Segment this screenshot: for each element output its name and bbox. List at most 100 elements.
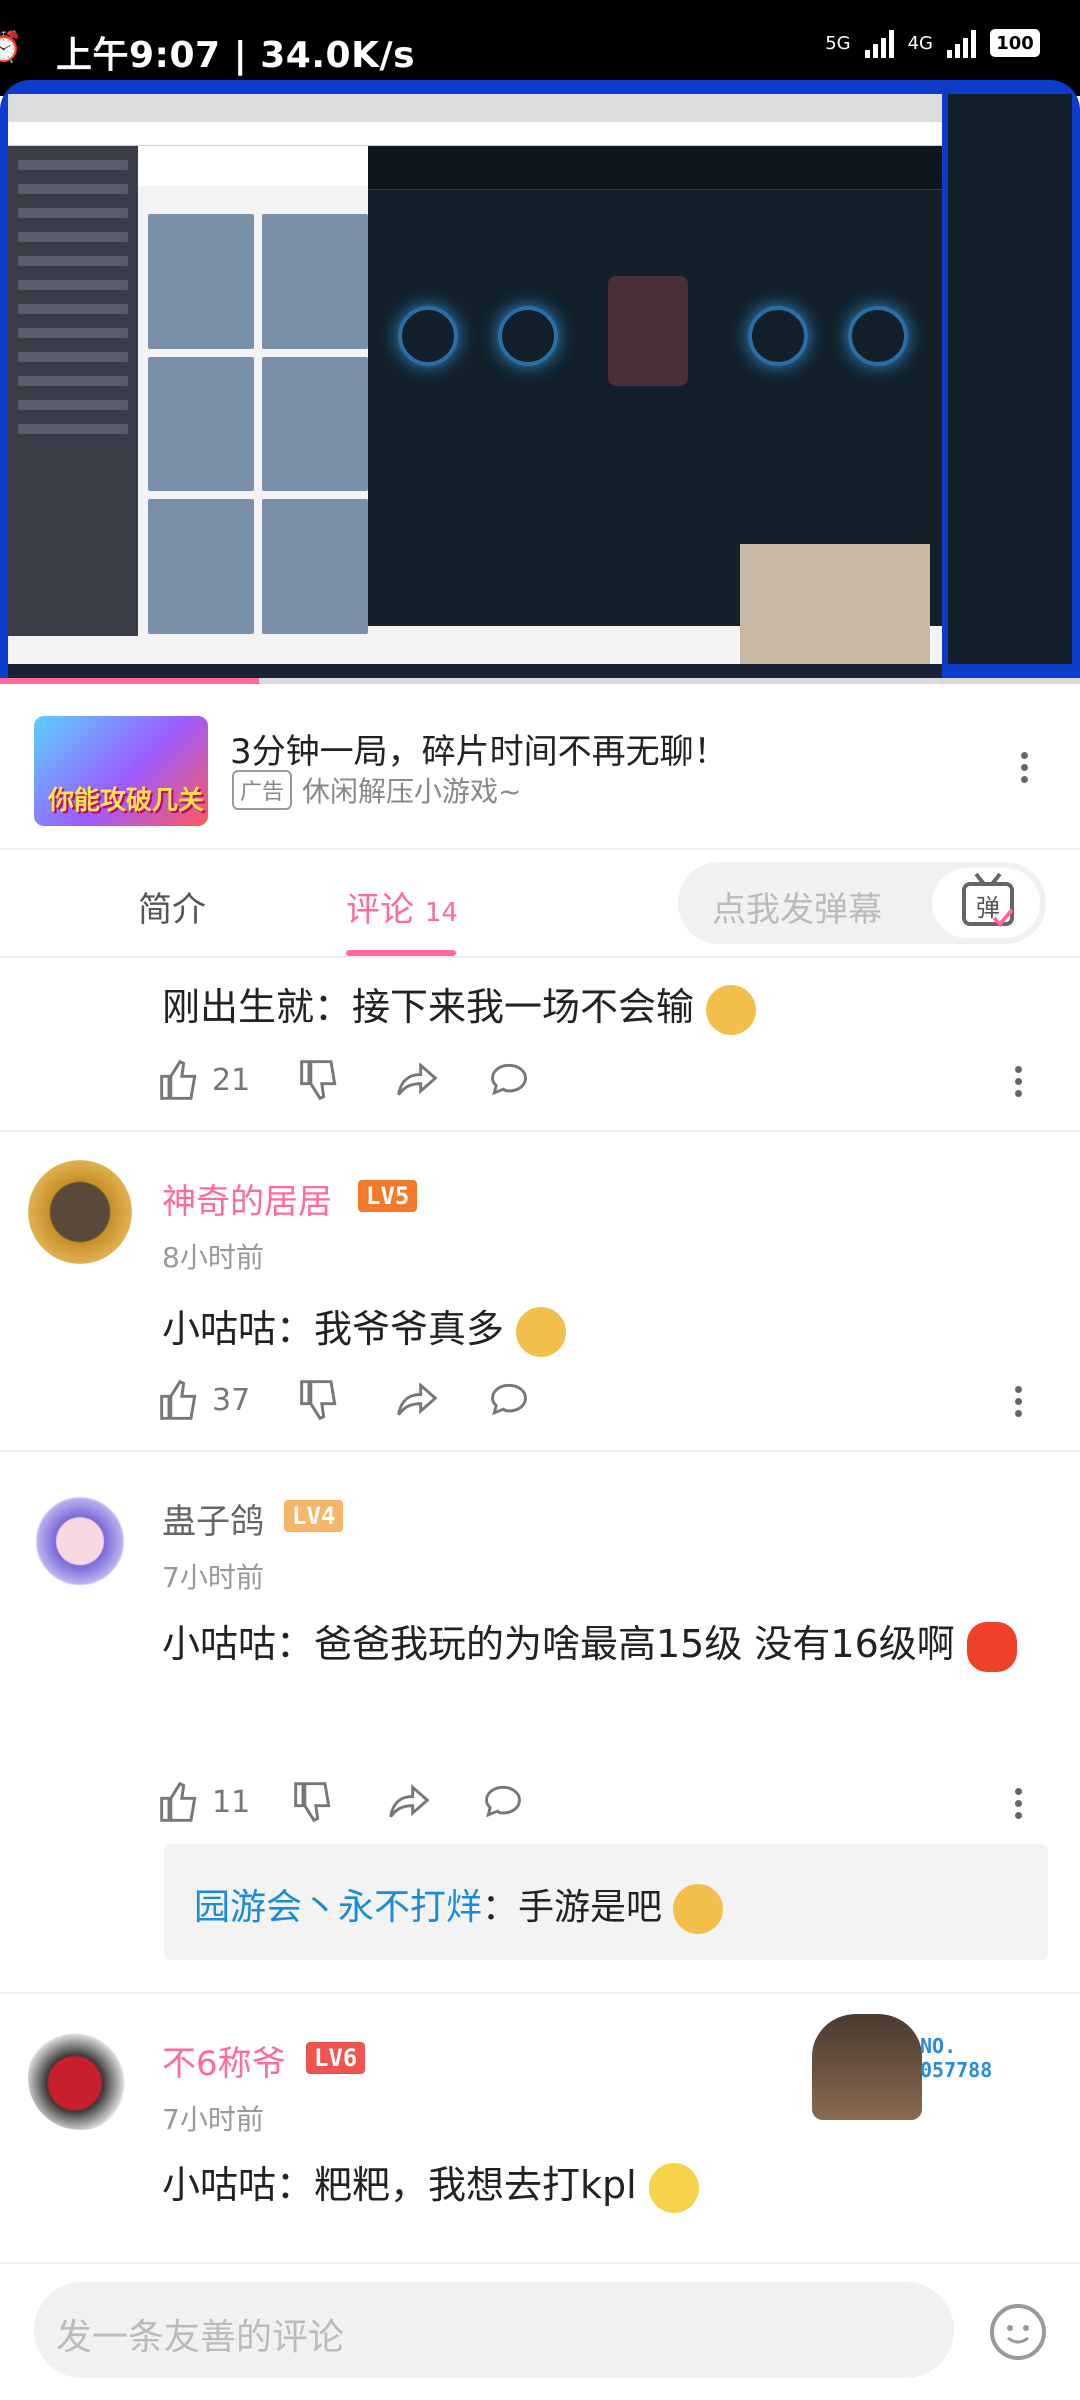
ad-banner[interactable]: 你能攻破几关 3分钟一局，碎片时间不再无聊！ 广告 休闲解压小游戏~	[0, 690, 1080, 850]
emoji-picker-icon[interactable]	[990, 2304, 1046, 2360]
thumb-up-icon	[160, 1059, 197, 1100]
like-button[interactable]: 11	[158, 1780, 250, 1824]
ad-thumb-text: 你能攻破几关	[48, 786, 205, 816]
comment-more-icon[interactable]	[1014, 1066, 1022, 1097]
comment-text: 小咕咕：粑粑，我想去打kpl	[162, 2163, 637, 2207]
video-frame-urlbar	[8, 122, 942, 146]
dislike-button[interactable]	[292, 1780, 336, 1824]
comment-more-icon[interactable]	[1014, 1386, 1022, 1417]
comment-time: 8小时前	[162, 1241, 264, 1274]
badge-number: NO. 057788	[920, 2034, 993, 2082]
comment-bubble-icon	[491, 1383, 527, 1416]
comment-item: 刚出生就：接下来我一场不会输 21	[0, 960, 1080, 1132]
share-icon	[389, 1784, 430, 1818]
comment-input[interactable]: 发一条友善的评论	[34, 2282, 954, 2378]
comment-username[interactable]: 蛊子鸽	[162, 1494, 264, 1543]
comment-body: 小咕咕：粑粑，我想去打kpl	[162, 2154, 699, 2213]
reply-button[interactable]	[486, 1058, 532, 1102]
status-icons: ⏰ 5G 4G 100	[0, 28, 1040, 65]
like-button[interactable]: 37	[158, 1378, 250, 1422]
angry-emoji-icon	[966, 1621, 1017, 1672]
video-player[interactable]	[0, 80, 1080, 680]
doge-emoji-icon	[516, 1306, 567, 1357]
comment-item: 神奇的居居 LV5 8小时前 小咕咕：我爷爷真多 37	[0, 1132, 1080, 1452]
share-button[interactable]	[394, 1058, 440, 1102]
video-frame-tabbar	[8, 94, 942, 122]
tab-comments[interactable]: 评论 14	[346, 882, 458, 931]
doge-emoji-icon	[673, 1884, 724, 1934]
comment-actions: 37	[158, 1378, 1038, 1428]
tab-comments-count: 14	[424, 898, 458, 928]
comment-bubble-icon	[491, 1063, 527, 1096]
comment-username[interactable]: 不6称爷	[162, 2036, 286, 2085]
face-icon	[1007, 2325, 1029, 2344]
battery-icon: 100	[990, 29, 1040, 57]
alarm-icon: ⏰	[0, 30, 23, 65]
comment-text: 小咕咕：爸爸我玩的为啥最高15级 没有16级啊	[162, 1622, 955, 1666]
decoration-badge: NO. 057788	[806, 2012, 1046, 2122]
avatar[interactable]	[28, 1484, 132, 1588]
comment-input-bar: 发一条友善的评论	[0, 2262, 1080, 2400]
comment-body: 小咕咕：爸爸我玩的为啥最高15级 没有16级啊	[162, 1614, 1022, 1674]
network-5g-label: 5G	[825, 32, 851, 54]
level-badge: LV4	[284, 1500, 344, 1532]
danmu-button-label: 弹	[976, 894, 1000, 922]
danmu-placeholder: 点我发弹幕	[712, 890, 882, 930]
ad-thumbnail[interactable]: 你能攻破几关	[34, 716, 208, 826]
avatar[interactable]	[28, 1160, 132, 1264]
video-progress-bar[interactable]	[0, 678, 1080, 684]
reply-preview[interactable]: 园游会丶永不打烊：手游是吧	[164, 1844, 1048, 1960]
badge-character-icon	[812, 2014, 922, 2120]
video-frame-grid	[148, 214, 368, 634]
comment-bubble-icon	[485, 1785, 521, 1818]
video-frame-header	[138, 146, 368, 186]
thumb-down-icon	[300, 1380, 337, 1421]
reply-text: 园游会丶永不打烊：手游是吧	[194, 1878, 724, 1934]
tab-comments-label: 评论	[346, 890, 414, 930]
thumb-up-icon	[160, 1379, 197, 1420]
danmu-input[interactable]: 点我发弹幕 弹	[678, 862, 1046, 944]
thumb-down-icon	[294, 1782, 331, 1823]
comment-body: 刚出生就：接下来我一场不会输	[162, 976, 757, 1035]
reply-button[interactable]	[480, 1780, 526, 1824]
signal-icon	[864, 28, 894, 58]
dislike-button[interactable]	[298, 1058, 342, 1102]
like-button[interactable]: 21	[158, 1058, 250, 1102]
network-4g-label: 4G	[907, 32, 933, 54]
ad-tag: 广告	[232, 770, 293, 810]
video-progress-fill	[0, 678, 260, 684]
reply-username[interactable]: 园游会丶永不打烊	[194, 1887, 482, 1928]
comment-time: 7小时前	[162, 2103, 264, 2136]
avatar[interactable]	[28, 2026, 132, 2130]
comment-username[interactable]: 神奇的居居	[162, 1174, 332, 1223]
reply-button[interactable]	[486, 1378, 532, 1422]
comment-list: 刚出生就：接下来我一场不会输 21 神奇的居居 LV5 8小时前 小咕咕：我爷爷…	[0, 960, 1080, 2254]
share-icon	[397, 1062, 438, 1096]
video-frame-webcam	[740, 544, 930, 680]
video-frame-sidebar	[8, 146, 138, 636]
like-count: 37	[212, 1382, 251, 1418]
tab-active-indicator	[346, 950, 456, 956]
comment-actions: 11	[158, 1780, 1038, 1830]
share-button[interactable]	[386, 1780, 432, 1824]
comment-input-placeholder: 发一条友善的评论	[56, 2317, 345, 2358]
level-badge: LV6	[306, 2042, 366, 2074]
share-button[interactable]	[394, 1378, 440, 1422]
doge-emoji-icon	[706, 984, 757, 1035]
status-time: 上午9:07 | 34.0K/s	[56, 35, 416, 76]
share-icon	[397, 1382, 438, 1416]
thumb-down-icon	[300, 1060, 337, 1101]
signal-icon-2	[947, 28, 976, 58]
ad-source: 休闲解压小游戏~	[302, 775, 522, 808]
comment-body: 小咕咕：我爷爷真多	[162, 1298, 567, 1357]
video-frame-chat	[948, 94, 1072, 664]
reply-content: ：手游是吧	[482, 1887, 663, 1928]
comment-item: 蛊子鸽 LV4 7小时前 小咕咕：爸爸我玩的为啥最高15级 没有16级啊 11	[0, 1452, 1080, 1994]
ad-more-icon[interactable]	[1020, 752, 1028, 783]
ad-title[interactable]: 3分钟一局，碎片时间不再无聊！	[230, 724, 728, 773]
tab-intro[interactable]: 简介	[138, 882, 206, 931]
comment-more-icon[interactable]	[1014, 1788, 1022, 1819]
danmu-button[interactable]: 弹	[932, 868, 1040, 938]
comment-text: 刚出生就：接下来我一场不会输	[162, 985, 695, 1029]
dislike-button[interactable]	[298, 1378, 342, 1422]
